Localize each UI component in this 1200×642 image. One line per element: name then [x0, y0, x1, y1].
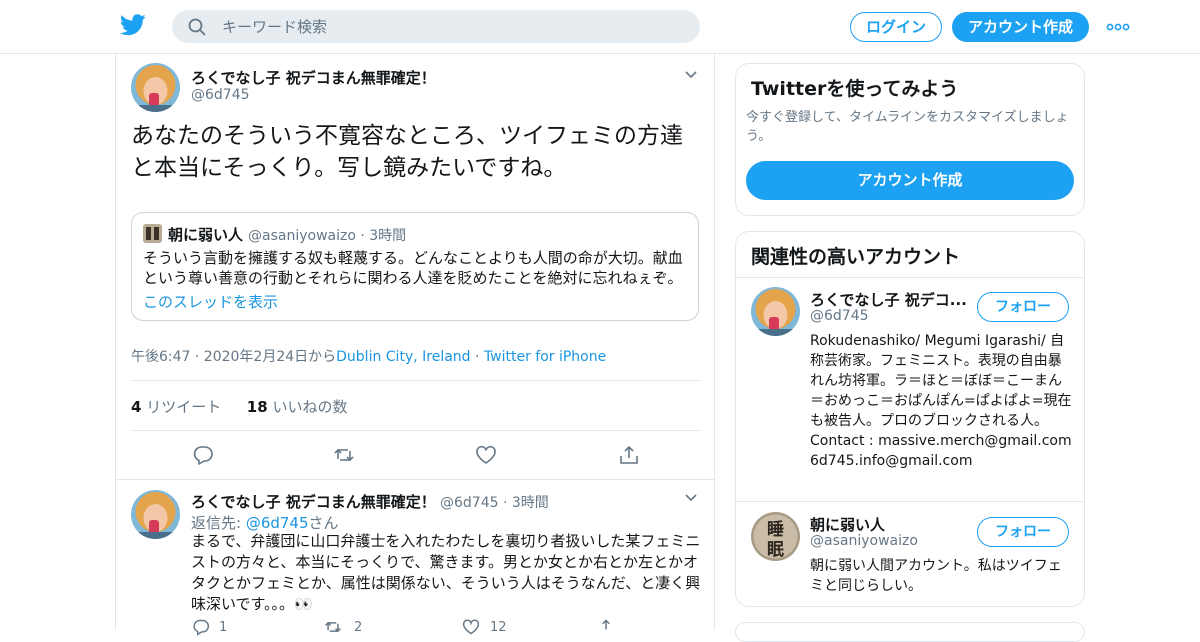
account-avatar[interactable]: 睡 眠: [751, 512, 800, 561]
tweet-location-link[interactable]: Dublin City, Ireland: [336, 349, 470, 365]
quoted-author-name: 朝に弱い人: [168, 226, 244, 244]
share-icon[interactable]: [618, 444, 640, 466]
tweet-metadata: 午後6:47 · 2020年2月24日からDublin City, Irelan…: [131, 346, 606, 366]
reply-time[interactable]: 3時間: [512, 495, 549, 511]
retweet-count: 4: [131, 398, 142, 416]
like-label: いいねの数: [272, 398, 348, 416]
try-twitter-title: Twitterを使ってみよう: [751, 78, 959, 100]
svg-text:眠: 眠: [767, 540, 784, 560]
avatar-image: [131, 490, 180, 539]
meta-separator: ·: [475, 349, 480, 365]
svg-text:睡: 睡: [767, 519, 784, 540]
account-name[interactable]: 朝に弱い人: [810, 514, 885, 535]
reply-retweet-count: 2: [354, 620, 363, 635]
avatar-image: [131, 63, 180, 112]
divider: [736, 501, 1084, 502]
reply-to-link[interactable]: @6d745: [246, 514, 309, 532]
avatar[interactable]: [131, 63, 180, 112]
try-twitter-subtitle: 今すぐ登録して、タイムラインをカスタマイズしましょう。: [746, 110, 1069, 144]
related-accounts-card: 関連性の高いアカウント ろくでなし子 祝デコ... @6d745 フォロー Ro…: [735, 231, 1085, 607]
more-options-icon[interactable]: [1106, 20, 1130, 34]
quoted-tweet-card[interactable]: 朝に弱い人 @asaniyowaizo · 3時間 そういう言動を擁護する奴も軽…: [131, 212, 699, 321]
divider: [131, 430, 701, 431]
search-input[interactable]: [222, 10, 682, 43]
tweet-author-name[interactable]: ろくでなし子 祝デコまん無罪確定！: [191, 67, 436, 88]
follow-button[interactable]: フォロー: [977, 292, 1069, 322]
related-accounts-title: 関連性の高いアカウント: [751, 246, 961, 268]
retweet-icon[interactable]: [324, 618, 342, 636]
account-handle[interactable]: @6d745: [810, 308, 869, 324]
quoted-time: 3時間: [369, 228, 407, 244]
tweet-text: あなたのそういう不寛容なところ、ツイフェミの方達と本当にそっくり。写し鏡みたいで…: [131, 123, 683, 181]
account-bio: Rokudenashiko/ Megumi Igarashi/ 自称芸術家。フェ…: [810, 333, 1072, 469]
signup-button[interactable]: アカウント作成: [952, 12, 1089, 42]
reply-reply-count: 1: [219, 620, 228, 635]
reply-author-handle[interactable]: @6d745: [440, 495, 499, 511]
account-avatar[interactable]: [751, 287, 800, 336]
main-timeline-column: ろくでなし子 祝デコまん無罪確定！ @6d745 あなたのそういう不寛容なところ…: [115, 54, 715, 636]
account-name[interactable]: ろくでなし子 祝デコ...: [810, 289, 967, 310]
retweet-icon[interactable]: [333, 444, 355, 466]
reply-icon[interactable]: [192, 444, 214, 466]
like-count: 18: [246, 398, 268, 416]
reply-to-line: 返信先: @6d745さん: [191, 512, 339, 533]
tweet-author-handle[interactable]: @6d745: [191, 87, 250, 103]
quoted-author-handle: @asaniyowaizo: [248, 228, 356, 244]
divider: [131, 380, 701, 381]
divider: [736, 277, 1084, 278]
reply-text: まるで、弁護団に山口弁護士を入れたわたしを裏切り者扱いした某フェミニストの方々と…: [191, 532, 701, 613]
like-heart-icon[interactable]: [462, 618, 480, 636]
account-handle[interactable]: @asaniyowaizo: [810, 533, 918, 549]
login-button[interactable]: ログイン: [850, 12, 942, 42]
quoted-author-meta: @asaniyowaizo · 3時間: [248, 225, 406, 245]
chevron-down-icon[interactable]: [684, 493, 698, 503]
reply-author-meta: @6d745 · 3時間: [440, 492, 549, 512]
divider: [116, 479, 714, 480]
reply-author-name[interactable]: ろくでなし子 祝デコまん無罪確定！: [191, 491, 436, 512]
account-bio: 朝に弱い人間アカウント。私はツイフェミと同じらしい。: [810, 558, 1062, 594]
reply-to-prefix: 返信先:: [191, 514, 246, 532]
top-navigation-bar: ログイン アカウント作成: [0, 0, 1200, 54]
retweet-label: リツイート: [146, 398, 222, 416]
search-box[interactable]: [172, 10, 700, 43]
search-icon: [188, 18, 206, 36]
show-thread-link[interactable]: このスレッドを表示: [143, 291, 278, 312]
quoted-text: そういう言動を擁護する奴も軽蔑する。どんなことよりも人間の命が大切。献血という尊…: [143, 249, 683, 287]
twitter-bird-icon[interactable]: [120, 14, 146, 36]
like-stat[interactable]: 18 いいねの数: [247, 398, 348, 416]
quoted-avatar: [143, 224, 162, 243]
next-card: [735, 622, 1085, 642]
reply-avatar[interactable]: [131, 490, 180, 539]
meta-separator: ·: [502, 495, 508, 511]
like-heart-icon[interactable]: [475, 444, 497, 466]
tweet-source-link[interactable]: Twitter for iPhone: [484, 349, 606, 365]
tweet-stats: 4 リツイート 18 いいねの数: [131, 396, 347, 417]
follow-button[interactable]: フォロー: [977, 517, 1069, 547]
tweet-timestamp[interactable]: 午後6:47 · 2020年2月24日から: [131, 349, 336, 365]
reply-to-suffix: さん: [308, 514, 339, 532]
chevron-down-icon[interactable]: [684, 70, 698, 80]
try-twitter-card: Twitterを使ってみよう 今すぐ登録して、タイムラインをカスタマイズしましょ…: [735, 63, 1085, 216]
retweet-stat[interactable]: 4 リツイート: [131, 398, 221, 416]
create-account-button[interactable]: アカウント作成: [746, 161, 1074, 200]
reply-icon[interactable]: [192, 618, 210, 636]
meta-separator: ·: [360, 228, 365, 244]
reply-like-count: 12: [490, 620, 507, 635]
share-icon[interactable]: [597, 618, 615, 636]
